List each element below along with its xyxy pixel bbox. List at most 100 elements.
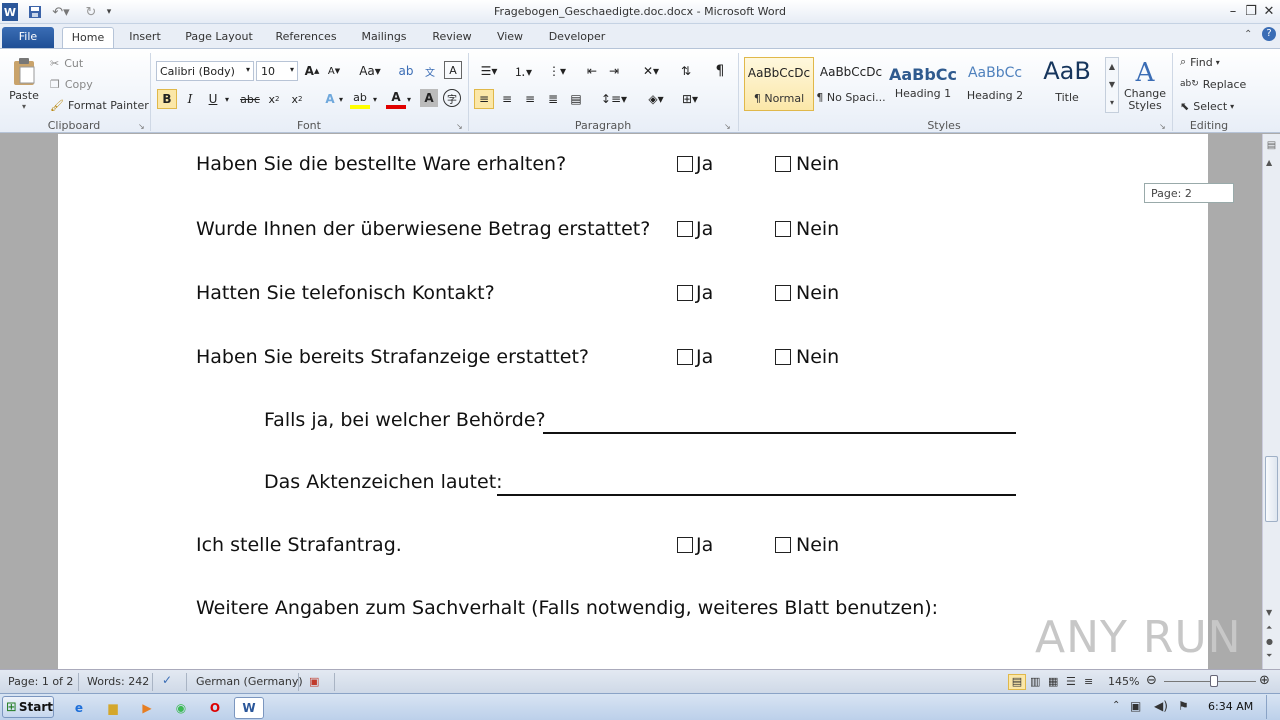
numbering-icon[interactable]: ⒈▾	[508, 61, 538, 81]
document-page[interactable]	[58, 134, 1208, 669]
proofing-icon[interactable]: ✓	[162, 673, 172, 687]
align-center-button[interactable]: ≡	[497, 89, 517, 109]
justify-button[interactable]: ≣	[543, 89, 563, 109]
character-shading-icon[interactable]: A	[420, 89, 438, 107]
scroll-down-icon[interactable]: ▼	[1266, 608, 1272, 617]
tab-review[interactable]: Review	[424, 27, 480, 48]
clear-formatting-icon[interactable]: ab	[396, 61, 416, 81]
ruler-toggle-icon[interactable]: ▤	[1265, 140, 1278, 154]
multilevel-list-icon[interactable]: ⋮▾	[542, 61, 572, 81]
question-text[interactable]: Wurde Ihnen der überwiesene Betrag ersta…	[196, 218, 650, 240]
option-nein-label[interactable]: Nein	[796, 153, 839, 175]
checkbox-nein[interactable]	[775, 285, 791, 301]
option-ja-label[interactable]: Ja	[696, 534, 713, 556]
option-nein-label[interactable]: Nein	[796, 218, 839, 240]
replace-button[interactable]: ab↻ Replace	[1180, 75, 1246, 93]
word-taskbar-icon[interactable]: W	[234, 697, 264, 719]
tab-insert[interactable]: Insert	[120, 27, 170, 48]
minimize-ribbon-icon[interactable]: ⌃	[1244, 29, 1252, 40]
checkbox-nein[interactable]	[775, 221, 791, 237]
checkbox-ja[interactable]	[677, 537, 693, 553]
close-icon[interactable]: ✕	[1258, 2, 1280, 20]
option-nein-label[interactable]: Nein	[796, 282, 839, 304]
font-color-icon[interactable]: A	[386, 89, 406, 109]
question-text[interactable]: Haben Sie bereits Strafanzeige erstattet…	[196, 346, 589, 368]
tab-references[interactable]: References	[268, 27, 344, 48]
web-layout-icon[interactable]: ▦	[1048, 675, 1058, 688]
tab-file[interactable]: File	[2, 27, 54, 48]
distributed-button[interactable]: ▤	[566, 89, 586, 109]
option-ja-label[interactable]: Ja	[696, 153, 713, 175]
behoerde-fill-line[interactable]	[543, 432, 1016, 434]
align-right-button[interactable]: ≡	[520, 89, 540, 109]
full-screen-reading-icon[interactable]: ▥	[1030, 675, 1040, 688]
previous-page-icon[interactable]: ⏶	[1266, 623, 1272, 633]
media-player-icon[interactable]: ▶	[136, 697, 158, 719]
paragraph-launcher-icon[interactable]: ↘	[724, 122, 731, 131]
asian-layout-icon[interactable]: ✕▾	[636, 61, 666, 81]
strikethrough-button[interactable]: abc	[238, 89, 262, 109]
sort-icon[interactable]: ⇅	[676, 61, 696, 81]
subscript-button[interactable]: x2	[264, 89, 284, 109]
page-count[interactable]: Page: 1 of 2	[8, 675, 73, 688]
style-heading-2[interactable]: AaBbCc Heading 2	[960, 57, 1030, 111]
change-case-icon[interactable]: Aa▾	[356, 61, 384, 81]
checkbox-ja[interactable]	[677, 156, 693, 172]
align-left-button[interactable]: ≡	[474, 89, 494, 109]
tab-page-layout[interactable]: Page Layout	[178, 27, 260, 48]
bold-button[interactable]: B	[157, 89, 177, 109]
font-launcher-icon[interactable]: ↘	[456, 122, 463, 131]
font-color-dropdown-icon[interactable]: ▾	[404, 89, 414, 109]
font-family-select[interactable]: Calibri (Body) ▾	[156, 61, 254, 81]
zoom-out-icon[interactable]: ⊖	[1146, 673, 1157, 688]
clock[interactable]: 6:34 AM	[1208, 700, 1253, 713]
zoom-slider-thumb[interactable]	[1210, 675, 1218, 687]
text-effects-dropdown-icon[interactable]: ▾	[336, 89, 346, 109]
borders-icon[interactable]: ⊞▾	[676, 89, 704, 109]
select-button[interactable]: ⬉ Select ▾	[1180, 97, 1234, 115]
checkbox-ja[interactable]	[677, 349, 693, 365]
zoom-level[interactable]: 145%	[1108, 675, 1139, 688]
scroll-up-icon[interactable]: ▲	[1266, 158, 1272, 167]
tab-developer[interactable]: Developer	[540, 27, 614, 48]
phonetic-guide-icon[interactable]: 文	[420, 61, 440, 81]
superscript-button[interactable]: x2	[287, 89, 307, 109]
question-text[interactable]: Hatten Sie telefonisch Kontakt?	[196, 282, 495, 304]
italic-button[interactable]: I	[180, 89, 200, 109]
style-normal[interactable]: AaBbCcDc ¶ Normal	[744, 57, 814, 111]
checkbox-ja[interactable]	[677, 221, 693, 237]
underline-button[interactable]: U	[203, 89, 223, 109]
macro-recording-icon[interactable]: ▣	[309, 675, 319, 688]
opera-icon[interactable]: O	[204, 697, 226, 719]
followup-aktenzeichen-label[interactable]: Das Aktenzeichen lautet:	[264, 471, 503, 493]
network-icon[interactable]: ▣	[1130, 699, 1141, 713]
copy-button[interactable]: ❐ Copy	[50, 76, 93, 92]
option-ja-label[interactable]: Ja	[696, 218, 713, 240]
question-text[interactable]: Haben Sie die bestellte Ware erhalten?	[196, 153, 566, 175]
shading-icon[interactable]: ◈▾	[642, 89, 670, 109]
scrollbar-thumb[interactable]	[1265, 456, 1278, 522]
style-title[interactable]: AaB Title	[1032, 57, 1102, 111]
style-heading-1[interactable]: AaBbCc Heading 1	[888, 57, 958, 111]
change-styles-button[interactable]: A Change Styles	[1122, 55, 1168, 115]
internet-explorer-icon[interactable]: e	[68, 697, 90, 719]
clipboard-launcher-icon[interactable]: ↘	[138, 122, 145, 131]
cut-button[interactable]: ✂ Cut	[50, 55, 83, 71]
tab-home[interactable]: Home	[62, 27, 114, 48]
option-nein-label[interactable]: Nein	[796, 534, 839, 556]
show-formatting-marks-icon[interactable]: ¶	[710, 61, 730, 81]
styles-gallery-scroll[interactable]: ▲ ▼ ▾	[1105, 57, 1119, 113]
grow-font-icon[interactable]: A ▲	[302, 61, 322, 81]
show-hidden-icons-icon[interactable]: ⌃	[1112, 700, 1120, 711]
weitere-angaben-text[interactable]: Weitere Angaben zum Sachverhalt (Falls n…	[196, 597, 938, 619]
find-button[interactable]: ⌕ Find ▾	[1180, 53, 1220, 71]
underline-dropdown-icon[interactable]: ▾	[222, 89, 232, 109]
zoom-in-icon[interactable]: ⊕	[1259, 673, 1270, 688]
option-ja-label[interactable]: Ja	[696, 282, 713, 304]
tab-view[interactable]: View	[488, 27, 532, 48]
help-icon[interactable]: ?	[1262, 27, 1276, 41]
format-painter-button[interactable]: 🖌 Format Painter	[50, 97, 149, 113]
outline-icon[interactable]: ☰	[1066, 675, 1076, 688]
checkbox-nein[interactable]	[775, 349, 791, 365]
volume-icon[interactable]: ◀)	[1154, 699, 1168, 713]
